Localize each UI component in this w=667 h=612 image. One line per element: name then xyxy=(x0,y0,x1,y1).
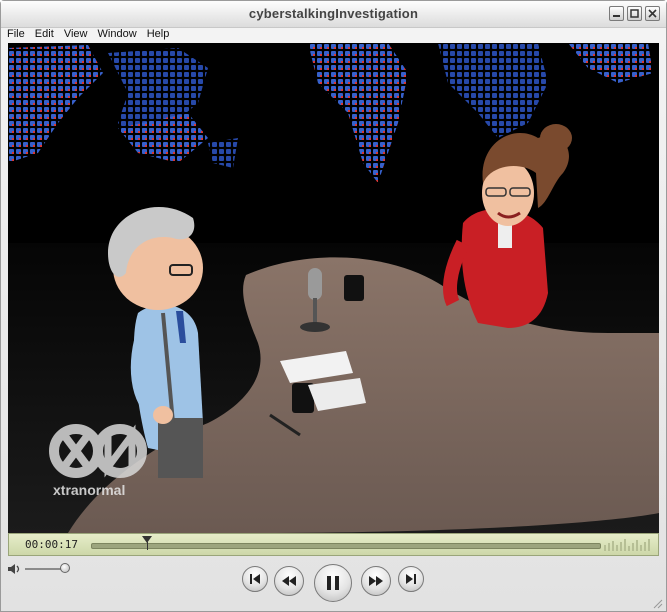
playback-controls xyxy=(1,556,666,612)
menu-bar: File Edit View Window Help xyxy=(1,27,666,43)
audio-level-meter xyxy=(604,539,650,551)
skip-forward-icon xyxy=(406,574,416,584)
speaker-icon[interactable] xyxy=(7,563,21,575)
pause-button[interactable] xyxy=(314,564,352,602)
video-area[interactable]: xtranormal xyxy=(8,43,659,533)
maximize-icon xyxy=(630,9,639,18)
close-button[interactable] xyxy=(645,6,660,21)
progress-track[interactable] xyxy=(91,543,601,549)
minimize-icon xyxy=(613,15,620,17)
menu-window[interactable]: Window xyxy=(98,27,137,40)
pause-icon xyxy=(327,576,339,590)
skip-forward-button[interactable] xyxy=(398,566,424,592)
menu-file[interactable]: File xyxy=(7,27,25,40)
menu-help[interactable]: Help xyxy=(147,27,170,40)
fast-forward-button[interactable] xyxy=(361,566,391,596)
time-display: 00:00:17 xyxy=(25,538,78,551)
menu-view[interactable]: View xyxy=(64,27,88,40)
skip-back-icon xyxy=(250,574,260,584)
window-controls xyxy=(609,6,660,21)
rewind-button[interactable] xyxy=(274,566,304,596)
skip-back-button[interactable] xyxy=(242,566,268,592)
resize-grip-icon[interactable] xyxy=(651,597,663,609)
window-title: cyberstalkingInvestigation xyxy=(248,6,419,21)
fast-forward-icon xyxy=(369,576,383,586)
status-bar: 00:00:17 xyxy=(8,533,659,556)
title-bar[interactable]: cyberstalkingInvestigation xyxy=(1,1,666,28)
menu-edit[interactable]: Edit xyxy=(35,27,54,40)
watermark-text: xtranormal xyxy=(53,482,125,498)
mug xyxy=(344,275,364,301)
playhead-line xyxy=(147,542,148,550)
maximize-button[interactable] xyxy=(627,6,642,21)
media-player-window: cyberstalkingInvestigation File Edit Vie… xyxy=(0,0,667,612)
close-icon xyxy=(648,9,657,18)
minimize-button[interactable] xyxy=(609,6,624,21)
volume-knob[interactable] xyxy=(60,563,70,573)
rewind-icon xyxy=(282,576,296,586)
video-frame: xtranormal xyxy=(8,43,659,533)
